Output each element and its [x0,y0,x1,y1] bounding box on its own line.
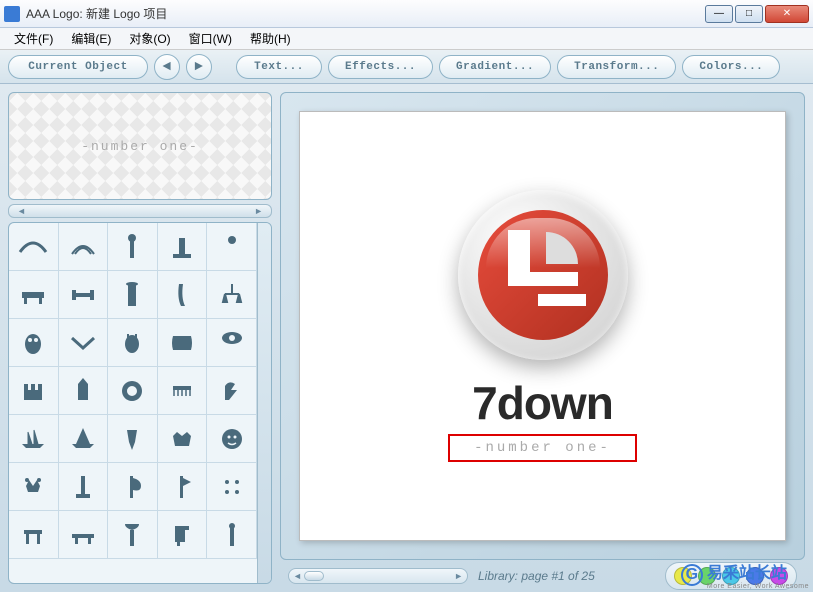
canvas[interactable]: 7down -number one- [299,111,786,541]
library-nav[interactable]: ◄ ► [8,204,272,218]
library-shape-tower[interactable] [59,367,109,415]
logo-main-text: 7down [472,376,613,430]
library-shape-comb[interactable] [158,367,208,415]
logo-inner-circle [478,210,608,340]
scroll-left-icon[interactable]: ◄ [293,571,302,581]
workarea: -number one- ◄ ► 7down [0,84,813,592]
minimize-button[interactable]: — [705,5,733,23]
library-shape-dumbbell[interactable] [59,271,109,319]
left-pane: -number one- ◄ ► [0,84,280,592]
gradient-button[interactable]: Gradient... [439,55,551,79]
logo-subtitle-selection[interactable]: -number one- [448,434,637,462]
watermark-sub: More Easier, Work Awesome [707,583,809,590]
library-shape-arc[interactable] [9,223,59,271]
object-preview: -number one- [8,92,272,200]
library-shape-pillar[interactable] [108,271,158,319]
library-scrollbar[interactable] [257,223,271,583]
window-title: AAA Logo: 新建 Logo 项目 [26,5,705,22]
library-shape-stand[interactable] [158,223,208,271]
canvas-area: 7down -number one- ◄ ► Library: page #1 … [280,84,813,592]
library-shape-axe2[interactable] [158,463,208,511]
app-icon [4,6,20,22]
maximize-button[interactable]: □ [735,5,763,23]
prev-object-button[interactable]: ◄ [154,54,180,80]
watermark-icon: G [681,564,703,586]
text-button[interactable]: Text... [236,55,322,79]
toolbar: Current Object ◄ ► Text... Effects... Gr… [0,50,813,84]
library-shape-pole[interactable] [207,511,257,559]
library-shape-disc[interactable] [108,367,158,415]
lib-nav-right-icon[interactable]: ► [254,206,263,216]
library-page-info: Library: page #1 of 25 [478,569,595,583]
library-shape-bench[interactable] [9,271,59,319]
close-button[interactable]: ✕ [765,5,809,23]
canvas-wrap: 7down -number one- [280,92,805,560]
menu-file[interactable]: 文件(F) [6,28,61,49]
library-shape-castle[interactable] [9,367,59,415]
library-shape-goblet[interactable] [108,415,158,463]
window-controls: — □ ✕ [705,5,809,23]
menu-window[interactable]: 窗口(W) [181,28,240,49]
menu-edit[interactable]: 编辑(E) [63,28,119,49]
library-shape-scroll[interactable] [158,319,208,367]
watermark: G 易采站长站 More Easier, Work Awesome [681,559,809,590]
library-shape-table[interactable] [9,511,59,559]
colors-button[interactable]: Colors... [682,55,780,79]
library-shape-lamp[interactable] [108,511,158,559]
library-shape-figure[interactable] [207,223,257,271]
current-object-button[interactable]: Current Object [8,55,148,79]
transform-button[interactable]: Transform... [557,55,676,79]
library-shape-ship1[interactable] [9,415,59,463]
library-shape-rainbow[interactable] [59,223,109,271]
library-shape-bench2[interactable] [59,511,109,559]
library-shape-ship2[interactable] [59,415,109,463]
library-shape-face[interactable] [207,415,257,463]
logo-subtitle: -number one- [474,440,611,456]
library-shape-falcon[interactable] [207,367,257,415]
library-shape-dots[interactable] [207,463,257,511]
effects-button[interactable]: Effects... [328,55,433,79]
library-shape-horus[interactable] [207,319,257,367]
watermark-text: 易采站长站 [707,565,787,582]
titlebar: AAA Logo: 新建 Logo 项目 — □ ✕ [0,0,813,28]
preview-text: -number one- [81,139,199,154]
library-shape-post[interactable] [59,463,109,511]
library-grid [9,223,257,583]
library-shape-owl2[interactable] [108,319,158,367]
menu-help[interactable]: 帮助(H) [242,28,299,49]
library-shape-owl[interactable] [9,319,59,367]
library-shape-chair[interactable] [158,511,208,559]
library-shape-crown[interactable] [158,415,208,463]
lib-nav-left-icon[interactable]: ◄ [17,206,26,216]
scroll-thumb[interactable] [304,571,324,581]
menubar: 文件(F) 编辑(E) 对象(O) 窗口(W) 帮助(H) [0,28,813,50]
library-shape-staff[interactable] [108,223,158,271]
library-shape-chevron[interactable] [59,319,109,367]
shape-library [8,222,272,584]
menu-object[interactable]: 对象(O) [121,28,178,49]
library-shape-crown2[interactable] [9,463,59,511]
scroll-right-icon[interactable]: ► [454,571,463,581]
library-shape-scale[interactable] [207,271,257,319]
library-page-scroll[interactable]: ◄ ► [288,568,468,584]
library-shape-axe[interactable] [108,463,158,511]
library-shape-leg[interactable] [158,271,208,319]
logo-emblem [458,190,628,360]
next-object-button[interactable]: ► [186,54,212,80]
